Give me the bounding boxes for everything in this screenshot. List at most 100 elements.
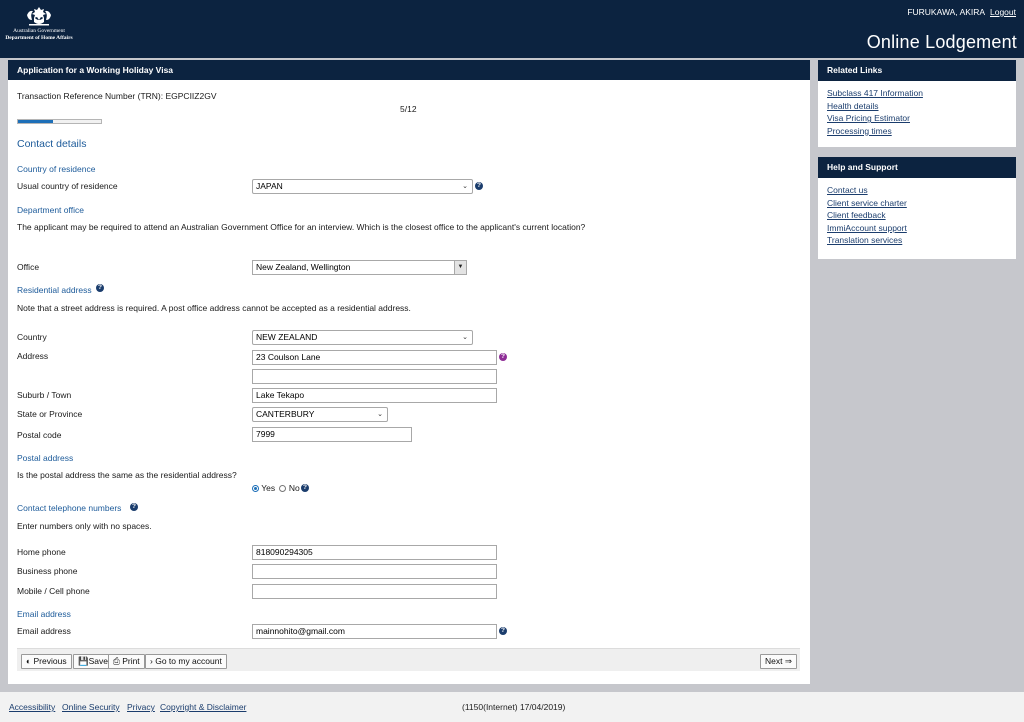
chevron-left-icon: ◐ bbox=[26, 656, 32, 666]
link-translation-services[interactable]: Translation services bbox=[827, 234, 1007, 247]
address-line-2-input[interactable] bbox=[252, 369, 497, 384]
help-icon[interactable]: ? bbox=[301, 484, 309, 492]
address-label: Address bbox=[17, 351, 49, 361]
link-health-details[interactable]: Health details bbox=[827, 100, 1007, 113]
mobile-phone-input[interactable] bbox=[252, 584, 497, 599]
help-support-title: Help and Support bbox=[818, 157, 1016, 178]
previous-label: Previous bbox=[33, 656, 67, 666]
office-select[interactable]: New Zealand, Wellington ▼ bbox=[252, 260, 467, 275]
country-select[interactable]: NEW ZEALAND ⌄ bbox=[252, 330, 473, 345]
save-label: Save bbox=[88, 656, 108, 666]
footer-accessibility-link[interactable]: Accessibility bbox=[9, 702, 55, 712]
department-office-question: The applicant may be required to attend … bbox=[17, 222, 586, 232]
country-value: NEW ZEALAND bbox=[256, 332, 318, 342]
page-footer: Accessibility Online Security Privacy Co… bbox=[0, 692, 1024, 722]
state-select[interactable]: CANTERBURY ⌄ bbox=[252, 407, 388, 422]
arrow-right-icon: ⇒ bbox=[784, 656, 792, 666]
panel-title: Application for a Working Holiday Visa bbox=[8, 60, 810, 80]
related-links-title: Related Links bbox=[818, 60, 1016, 81]
residential-address-note: Note that a street address is required. … bbox=[17, 303, 411, 313]
header-bar: Australian Government Department of Home… bbox=[0, 0, 1024, 58]
email-input[interactable]: mainnohito@gmail.com bbox=[252, 624, 497, 639]
help-support-box: Help and Support Contact us Client servi… bbox=[818, 157, 1016, 259]
chevron-down-icon: ⌄ bbox=[377, 411, 383, 418]
suburb-input[interactable]: Lake Tekapo bbox=[252, 388, 497, 403]
page-counter: 5/12 bbox=[400, 104, 417, 114]
footer-security-link[interactable]: Online Security bbox=[62, 702, 120, 712]
mobile-phone-label: Mobile / Cell phone bbox=[17, 586, 90, 596]
next-button[interactable]: Next ⇒ bbox=[760, 654, 797, 669]
save-button[interactable]: 💾Save bbox=[73, 654, 113, 669]
chevron-down-icon: ⌄ bbox=[462, 334, 468, 341]
department-office-heading: Department office bbox=[17, 205, 84, 215]
footer-copyright-link[interactable]: Copyright & Disclaimer bbox=[160, 702, 246, 712]
form-button-bar: ◐ Previous 💾Save ⎙ Print › Go to my acco… bbox=[17, 648, 800, 671]
address-line-1-input[interactable]: 23 Coulson Lane bbox=[252, 350, 497, 365]
country-label: Country bbox=[17, 332, 47, 342]
help-icon[interactable]: ? bbox=[96, 284, 104, 292]
progress-bar bbox=[17, 119, 102, 124]
dropdown-arrow-icon: ▼ bbox=[454, 261, 466, 274]
no-label: No bbox=[288, 483, 300, 493]
postal-code-label: Postal code bbox=[17, 430, 62, 440]
version-text: (1150(Internet) 17/04/2019) bbox=[462, 702, 566, 712]
state-value: CANTERBURY bbox=[256, 409, 315, 419]
print-button[interactable]: ⎙ Print bbox=[108, 654, 145, 669]
help-icon[interactable]: ? bbox=[499, 353, 507, 361]
chevron-down-icon: ⌄ bbox=[462, 183, 468, 190]
link-processing-times[interactable]: Processing times bbox=[827, 125, 1007, 138]
link-visa-pricing[interactable]: Visa Pricing Estimator bbox=[827, 112, 1007, 125]
previous-button[interactable]: ◐ Previous bbox=[21, 654, 72, 669]
postal-address-question: Is the postal address the same as the re… bbox=[17, 470, 237, 480]
link-client-service-charter[interactable]: Client service charter bbox=[827, 197, 1007, 210]
user-area: FURUKAWA, AKIRA Logout bbox=[907, 7, 1016, 17]
phone-note: Enter numbers only with no spaces. bbox=[17, 521, 152, 531]
go-to-account-button[interactable]: › Go to my account bbox=[145, 654, 227, 669]
postal-code-input[interactable]: 7999 bbox=[252, 427, 412, 442]
logout-link[interactable]: Logout bbox=[990, 7, 1016, 17]
yes-radio[interactable] bbox=[252, 485, 259, 492]
help-icon[interactable]: ? bbox=[130, 503, 138, 511]
link-subclass-417[interactable]: Subclass 417 Information bbox=[827, 87, 1007, 100]
residential-address-heading: Residential address bbox=[17, 285, 92, 295]
email-label: Email address bbox=[17, 626, 71, 636]
yes-label: Yes bbox=[261, 483, 276, 493]
footer-privacy-link[interactable]: Privacy bbox=[127, 702, 155, 712]
usual-country-select[interactable]: JAPAN ⌄ bbox=[252, 179, 473, 194]
link-immiaccount-support[interactable]: ImmiAccount support bbox=[827, 222, 1007, 235]
print-label: Print bbox=[122, 656, 140, 666]
coat-of-arms-icon bbox=[27, 7, 51, 26]
related-links-box: Related Links Subclass 417 Information H… bbox=[818, 60, 1016, 147]
business-phone-label: Business phone bbox=[17, 566, 78, 576]
help-icon[interactable]: ? bbox=[499, 627, 507, 635]
link-client-feedback[interactable]: Client feedback bbox=[827, 209, 1007, 222]
country-of-residence-heading: Country of residence bbox=[17, 164, 96, 174]
gov-line-1: Australian Government bbox=[13, 28, 65, 34]
page-title: Online Lodgement bbox=[866, 32, 1017, 52]
printer-icon: ⎙ bbox=[113, 656, 120, 666]
gov-line-2: Department of Home Affairs bbox=[5, 35, 73, 41]
next-label: Next bbox=[765, 656, 783, 666]
postal-address-heading: Postal address bbox=[17, 453, 74, 463]
office-label: Office bbox=[17, 262, 40, 272]
home-phone-input[interactable]: 818090294305 bbox=[252, 545, 497, 560]
link-contact-us[interactable]: Contact us bbox=[827, 184, 1007, 197]
contact-details-heading: Contact details bbox=[17, 138, 87, 150]
progress-fill bbox=[18, 120, 53, 123]
usual-country-value: JAPAN bbox=[256, 181, 283, 191]
user-name: FURUKAWA, AKIRA bbox=[907, 7, 985, 17]
postal-same-radio-group: Yes No bbox=[252, 483, 300, 493]
government-crest-logo: Australian Government Department of Home… bbox=[4, 5, 74, 41]
business-phone-input[interactable] bbox=[252, 564, 497, 579]
usual-country-label: Usual country of residence bbox=[17, 181, 118, 191]
contact-telephone-heading: Contact telephone numbers bbox=[17, 503, 122, 513]
email-address-heading: Email address bbox=[17, 609, 71, 619]
save-icon: 💾 bbox=[78, 656, 89, 666]
trn-text: Transaction Reference Number (TRN): EGPC… bbox=[17, 91, 217, 101]
application-form-panel: Application for a Working Holiday Visa T… bbox=[8, 60, 810, 684]
state-label: State or Province bbox=[17, 409, 83, 419]
home-phone-label: Home phone bbox=[17, 547, 66, 557]
no-radio[interactable] bbox=[279, 485, 287, 492]
help-icon[interactable]: ? bbox=[475, 182, 483, 190]
office-value: New Zealand, Wellington bbox=[256, 262, 351, 272]
